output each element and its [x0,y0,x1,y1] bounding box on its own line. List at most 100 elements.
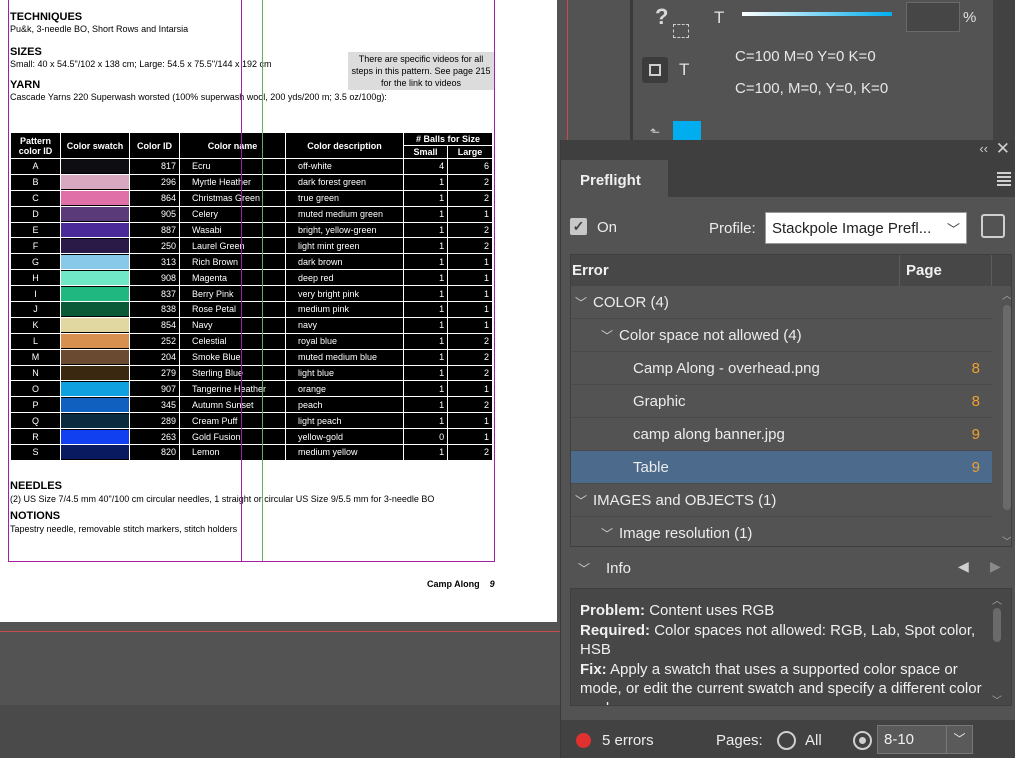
row-label: Color space not allowed (4) [619,327,802,344]
pages-range-input[interactable]: 8-10 ﹀ [877,725,973,754]
document-page[interactable]: TECHNIQUES Pu&k, 3-needle BO, Short Rows… [0,0,557,622]
error-item[interactable]: Camp Along - overhead.png 8 [571,352,992,385]
on-checkbox[interactable]: ✓ [570,218,587,235]
close-icon[interactable]: ✕ [996,139,1010,159]
notions-text: Tapestry needle, removable stitch marker… [10,524,238,534]
pattern-id-cell: A [10,158,61,175]
color-id-cell: 313 [129,253,180,271]
scroll-up-icon[interactable]: ︿ [1002,287,1011,302]
text-format-icon[interactable]: T [679,60,689,80]
row-page[interactable]: 8 [972,393,980,410]
row-label: Camp Along - overhead.png [633,360,820,377]
table-row: R 263 Gold Fusion yellow-gold 0 1 [10,428,493,446]
chevron-down-icon[interactable]: ﹀ [575,492,587,509]
status-bar: 5 errors Pages: All 8-10 ﹀ [561,720,1015,758]
pattern-id-cell: N [10,364,61,382]
color-desc-cell: royal blue [285,332,404,350]
row-page[interactable]: 8 [972,360,980,377]
profile-select[interactable]: Stackpole Image Prefl... ﹀ [765,212,967,244]
pattern-id-cell: L [10,332,61,350]
color-swatch [61,254,129,269]
previous-icon[interactable]: ◀ [958,558,969,575]
swatch-cell [60,412,130,430]
error-subgroup-color-space[interactable]: ﹀ Color space not allowed (4) [571,319,992,352]
list-scrollbar[interactable]: ︿ ﹀ [1002,287,1011,546]
pattern-id-cell: M [10,348,61,366]
error-item-selected[interactable]: Table 9 [571,451,992,484]
panel-edge [993,0,1015,140]
info-section-header[interactable]: ﹀ Info ◀ ▶ [570,552,1012,584]
col-error[interactable]: Error [572,262,609,279]
large-cell: 2 [447,173,493,191]
swatch-cell [60,173,130,191]
scroll-down-icon[interactable]: ﹀ [992,692,1002,707]
error-group-images[interactable]: ﹀ IMAGES and OBJECTS (1) [571,484,992,517]
chevron-down-icon[interactable]: ﹀ [946,726,972,753]
error-item[interactable]: Graphic 8 [571,385,992,418]
swatch-name-1[interactable]: C=100 M=0 Y=0 K=0 [735,48,876,65]
errors-count[interactable]: 5 errors [602,732,654,749]
next-icon[interactable]: ▶ [990,558,1001,575]
small-cell: 1 [402,253,449,271]
small-cell: 1 [402,285,449,303]
tint-slider[interactable] [742,12,892,16]
col-color-desc: Color description [285,132,404,159]
chevron-down-icon[interactable]: ﹀ [601,327,613,344]
tab-preflight[interactable]: Preflight [561,160,668,197]
notions-heading: NOTIONS [10,510,61,522]
color-swatch [61,175,129,190]
swatch-cell [60,253,130,271]
row-page[interactable]: 9 [972,426,980,443]
scroll-thumb[interactable] [993,608,1001,642]
stroke-square-icon[interactable] [642,57,668,83]
apply-color-icon[interactable]: ⬑ [650,125,660,139]
pattern-id-cell: B [10,173,61,191]
table-row: Q 289 Cream Puff light peach 1 1 [10,412,493,430]
color-id-cell: 263 [129,428,180,446]
define-profiles-icon[interactable] [981,214,1005,238]
tint-input[interactable] [906,2,960,32]
swatch-cell [60,158,130,175]
yarn-color-table[interactable]: Pattern color ID Color swatch Color ID C… [10,132,493,461]
info-scrollbar[interactable]: ︿ ﹀ [992,592,1002,707]
panel-menu-icon[interactable] [997,172,1011,188]
table-row: B 296 Myrtle Heather dark forest green 1 2 [10,173,493,191]
table-row: I 837 Berry Pink very bright pink 1 1 [10,285,493,303]
small-cell: 1 [402,205,449,223]
color-id-cell: 837 [129,285,180,303]
col-pattern-id: Pattern color ID [10,132,61,159]
scroll-down-icon[interactable]: ﹀ [1002,533,1011,546]
row-label: IMAGES and OBJECTS (1) [593,492,777,509]
col-page[interactable]: Page [906,262,942,279]
swatch-cell [60,396,130,414]
color-swatch [61,413,129,428]
pages-all-radio[interactable] [777,731,796,750]
large-cell: 1 [447,269,493,287]
problem-label: Problem: [580,602,646,619]
profile-value: Stackpole Image Prefl... [772,220,932,237]
scroll-thumb[interactable] [1003,305,1011,510]
pages-range-radio[interactable] [853,731,872,750]
chevron-down-icon[interactable]: ﹀ [575,294,587,311]
large-cell: 1 [447,380,493,398]
chevron-down-icon[interactable]: ﹀ [601,525,613,542]
color-id-cell: 289 [129,412,180,430]
error-group-color[interactable]: ﹀ COLOR (4) [571,286,992,319]
error-list[interactable]: Error Page ﹀ COLOR (4) ﹀ Color space not a… [570,254,1012,547]
fix-label: Fix: [580,660,607,678]
swatch-chip[interactable] [673,121,701,140]
swap-fill-stroke-icon[interactable]: ? [655,4,695,44]
profile-label: Profile: [709,220,756,237]
collapse-icon[interactable]: ‹‹ [979,141,988,156]
error-subgroup-resolution[interactable]: ﹀ Image resolution (1) [571,517,992,546]
swatch-name-2[interactable]: C=100, M=0, Y=0, K=0 [735,80,888,97]
table-row: A 817 Ecru off-white 4 6 [10,158,493,175]
scroll-up-icon[interactable]: ︿ [992,592,1002,607]
color-swatch [61,270,129,285]
color-name-cell: Berry Pink [179,285,286,303]
row-page[interactable]: 9 [972,459,980,476]
table-row: E 887 Wasabi bright, yellow-green 1 2 [10,221,493,239]
chevron-down-icon[interactable]: ﹀ [578,560,590,577]
error-item[interactable]: camp along banner.jpg 9 [571,418,992,451]
small-cell: 1 [402,380,449,398]
